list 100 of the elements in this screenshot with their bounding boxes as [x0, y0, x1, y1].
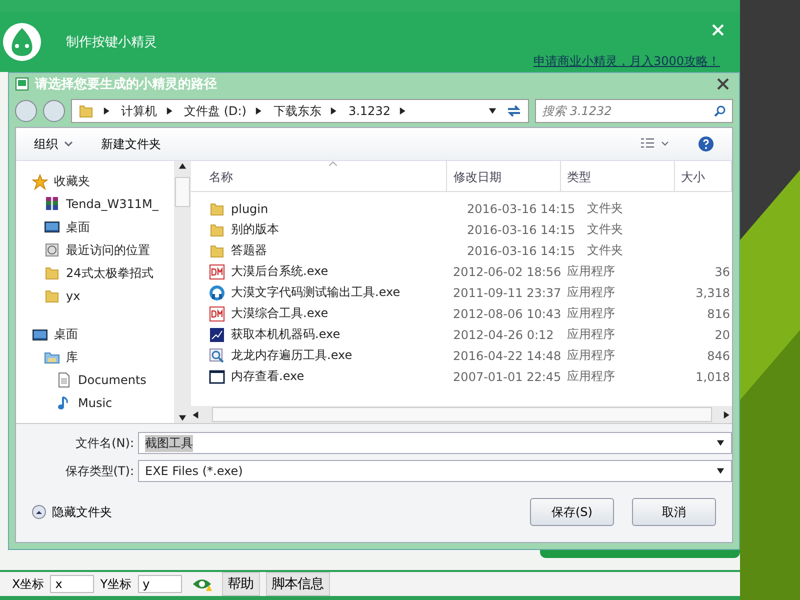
help-icon[interactable] [698, 136, 714, 152]
nav-item[interactable]: 最近访问的位置 [44, 241, 174, 259]
file-name[interactable]: 大漠后台系统.exe [191, 263, 448, 280]
column-header[interactable]: 大小 [674, 161, 732, 191]
star-icon [32, 174, 48, 190]
breadcrumb-item[interactable]: 文件盘 (D:) [184, 102, 246, 120]
nav-item[interactable]: 桌面 [32, 326, 174, 343]
folder-icon [209, 242, 225, 258]
dropdown-arrow-icon[interactable] [488, 106, 497, 116]
app-title: 制作按键小精灵 [66, 34, 157, 51]
toolbar-button[interactable]: 脚本信息 [266, 572, 330, 596]
scrollbar-thumb[interactable] [175, 177, 190, 207]
date-cell-text: 2012-08-06 10:43 [452, 306, 562, 320]
forward-button[interactable] [43, 100, 65, 122]
scrollbar[interactable] [174, 161, 191, 423]
file-name[interactable]: 内存查看.exe [191, 368, 448, 385]
dialog-button[interactable]: 保存(S) [530, 498, 614, 526]
field-label: 文件名(N): [74, 434, 134, 452]
column-header[interactable]: 类型 [561, 161, 675, 191]
nav-item[interactable]: 库 [44, 348, 174, 366]
dialog-button[interactable]: 取消 [632, 498, 716, 526]
type-cell-text: 文件夹 [586, 242, 624, 259]
type-cell-text: 应用程序 [566, 284, 616, 301]
dm-app-icon [209, 264, 225, 280]
size-cell-text: 816 [706, 306, 731, 320]
file-name[interactable]: 获取本机机器码.exe [191, 326, 448, 343]
search-field[interactable]: 搜索 3.1232 [535, 99, 733, 123]
caret-icon [64, 141, 73, 147]
ring-app-icon [209, 284, 225, 300]
breadcrumb-item[interactable]: 下载东东 [273, 102, 322, 120]
nav-item[interactable]: 桌面 [44, 218, 174, 236]
toolbar-button[interactable]: 组织 [34, 136, 73, 152]
refresh-icon[interactable] [506, 104, 522, 118]
promo-link[interactable]: 申请商业小精灵，月入3000攻略！ [533, 53, 720, 70]
scrollbar[interactable] [191, 406, 732, 423]
date-cell-text: 2016-03-16 14:15 [466, 222, 576, 236]
dropdown-arrow-icon[interactable] [716, 438, 725, 448]
nav-item[interactable]: 收藏夹 [32, 173, 174, 190]
size-cell-text: 3,318 [694, 286, 731, 300]
size-cell-text: 36 [714, 264, 731, 278]
dialog-title: 请选择您要生成的小精灵的路径 [35, 76, 218, 93]
type-cell-text: 应用程序 [566, 305, 616, 322]
nav-item[interactable]: Tenda_W311M_ [44, 195, 174, 213]
size-cell-text: 20 [714, 328, 731, 342]
nav-item[interactable]: Music [56, 394, 174, 412]
folder-icon [209, 200, 225, 216]
nav-item[interactable]: yx [44, 287, 174, 305]
dm-app-icon [209, 306, 225, 322]
search-icon [714, 105, 726, 117]
folder-icon [44, 288, 60, 304]
toolbar-button[interactable]: 帮助 [222, 572, 260, 596]
date-cell-text: 2012-06-02 18:56 [452, 264, 562, 278]
close-icon[interactable] [717, 78, 729, 90]
y-field[interactable]: y [138, 575, 182, 593]
type-cell-text: 应用程序 [566, 263, 616, 280]
nav-item[interactable]: 24式太极拳招式 [44, 264, 174, 282]
x-label: X坐标 [12, 576, 44, 592]
desktop-icon [32, 326, 48, 342]
hide-folders-button[interactable]: 隐藏文件夹 [32, 504, 112, 520]
date-cell-text: 2016-03-16 14:15 [466, 244, 576, 258]
x-field[interactable]: x [50, 575, 94, 593]
y-label: Y坐标 [100, 576, 132, 592]
date-cell-text: 2016-03-16 14:15 [466, 202, 576, 216]
breadcrumb-item[interactable]: 计算机 [121, 102, 157, 120]
collapse-icon [32, 505, 46, 519]
window-app-icon [209, 368, 225, 384]
toolbar-button[interactable]: 新建文件夹 [101, 136, 161, 152]
type-cell-text: 应用程序 [566, 347, 616, 364]
breadcrumb-item[interactable]: 3.1232 [348, 104, 390, 118]
breadcrumb-arrow-icon [103, 106, 112, 116]
column-header[interactable]: 名称 [191, 161, 448, 191]
back-button[interactable] [15, 100, 37, 122]
breadcrumb-arrow-icon [166, 106, 175, 116]
scroll-arrow-icon[interactable] [178, 161, 187, 171]
file-name[interactable]: 龙龙内存遍历工具.exe [191, 347, 448, 364]
scrollbar-thumb[interactable] [212, 407, 712, 422]
dropdown-arrow-icon[interactable] [716, 466, 725, 476]
recent-places-icon [44, 242, 60, 258]
file-name[interactable]: 答题器 [191, 242, 461, 259]
file-name[interactable]: 大漠综合工具.exe [191, 305, 448, 322]
file-name[interactable]: 大漠文字代码测试输出工具.exe [191, 284, 448, 301]
size-cell-text: 1,018 [694, 370, 731, 384]
type-cell-text: 应用程序 [566, 368, 616, 385]
file-name[interactable]: plugin [191, 200, 461, 216]
archive-icon [44, 196, 60, 212]
document-icon [56, 372, 72, 388]
type-cell-text: 应用程序 [566, 326, 616, 343]
scroll-arrow-icon[interactable] [723, 410, 732, 420]
filename-field[interactable]: 截图工具 [138, 432, 732, 454]
magnifier-app-icon [209, 348, 225, 364]
column-header[interactable]: 修改日期 [447, 161, 562, 191]
address-bar[interactable]: 计算机 文件盘 (D:) 下载东东 3.1232 [71, 99, 529, 123]
size-cell-text: 846 [706, 348, 731, 362]
date-cell-text: 2007-01-01 22:45 [452, 370, 562, 384]
nav-item[interactable]: Documents [56, 371, 174, 389]
file-type-dropdown[interactable]: EXE Files (*.exe) [138, 460, 732, 482]
file-name[interactable]: 别的版本 [191, 221, 461, 238]
date-cell-text: 2012-04-26 0:12 [452, 328, 555, 342]
field-label: 保存类型(T): [64, 462, 134, 480]
app-icon [209, 326, 225, 342]
